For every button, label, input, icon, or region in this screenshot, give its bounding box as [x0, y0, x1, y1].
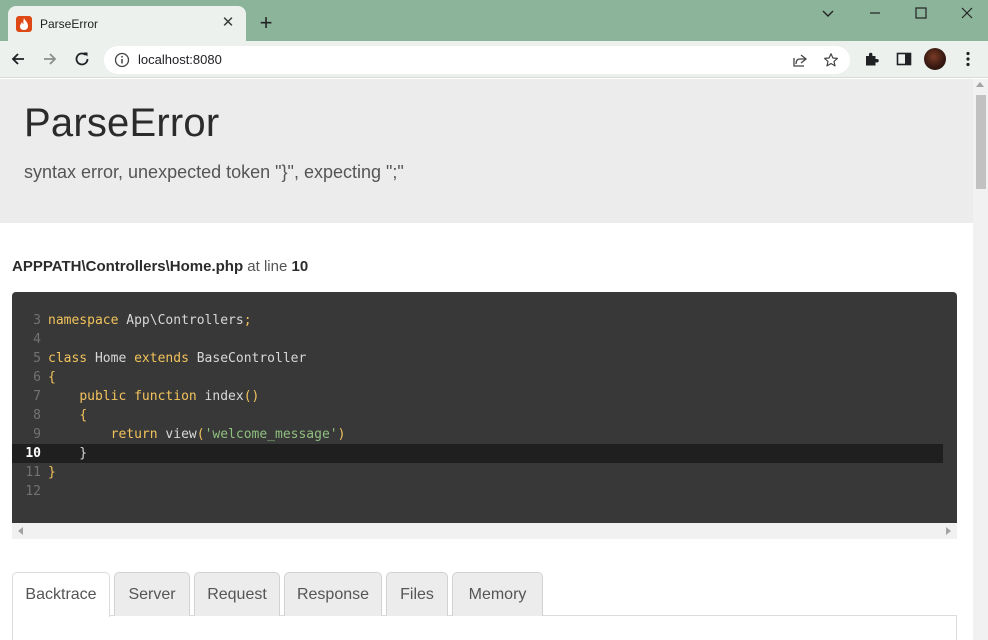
code-text: }	[48, 463, 56, 482]
code-keyword: {	[48, 370, 56, 385]
line-number-gutter: 8	[33, 408, 41, 423]
code-text: namespace App\Controllers;	[48, 311, 252, 330]
tab-panel	[12, 615, 957, 640]
code-text: class Home extends BaseController	[48, 349, 306, 368]
scroll-right-arrow-icon[interactable]	[946, 527, 951, 535]
code-keyword: ()	[243, 389, 260, 404]
browser-tab[interactable]: ParseError ✕	[8, 6, 246, 41]
bookmark-star-icon[interactable]	[823, 52, 839, 68]
line-number-gutter: 5	[33, 351, 41, 366]
line-number-gutter: 9	[33, 427, 41, 442]
line-number-gutter: 3	[33, 313, 41, 328]
code-text: return view('welcome_message')	[48, 425, 346, 444]
code-keyword: )	[337, 427, 346, 442]
code-text: {	[48, 406, 87, 425]
source-code-block: 3 namespace App\Controllers; 4 5 class Home …	[12, 292, 957, 523]
info-icon[interactable]	[114, 52, 130, 68]
line-number-gutter: 6	[33, 370, 41, 385]
code-keyword: ;	[243, 313, 252, 328]
code-line: 3 namespace App\Controllers;	[12, 311, 943, 330]
code-text: {	[48, 368, 56, 387]
close-window-icon[interactable]	[958, 4, 976, 22]
file-path: APPPATH\Controllers\Home.php	[12, 258, 244, 275]
code-token: App\Controllers	[118, 313, 244, 328]
code-string: 'welcome_message'	[204, 427, 338, 442]
browser-titlebar: ParseError ✕ +	[0, 0, 988, 41]
chevron-down-icon[interactable]	[819, 4, 837, 22]
code-line: 7 public function index()	[12, 387, 943, 406]
code-keyword: public	[79, 389, 127, 404]
line-number-gutter: 10	[25, 446, 41, 461]
url-text[interactable]: localhost:8080	[138, 52, 222, 67]
code-text: }	[48, 444, 87, 463]
tab-backtrace[interactable]: Backtrace	[12, 572, 110, 617]
page-viewport: ParseError syntax error, unexpected toke…	[0, 79, 973, 640]
code-keyword: (	[196, 427, 205, 442]
error-header: ParseError syntax error, unexpected toke…	[0, 79, 973, 223]
line-number-gutter: 12	[25, 484, 41, 499]
tab-files[interactable]: Files	[386, 572, 448, 616]
new-tab-button[interactable]: +	[256, 12, 276, 34]
flame-icon	[16, 16, 32, 32]
code-keyword: return	[110, 427, 158, 442]
line-number-gutter: 7	[33, 389, 41, 404]
scroll-left-arrow-icon[interactable]	[18, 527, 23, 535]
code-line: 9 return view('welcome_message')	[12, 425, 943, 444]
code-keyword: function	[134, 389, 197, 404]
address-bar[interactable]: localhost:8080	[104, 46, 850, 74]
minimize-icon[interactable]	[866, 4, 884, 22]
extensions-puzzle-icon[interactable]	[863, 50, 881, 68]
line-number: 10	[291, 258, 309, 275]
code-line: 11}	[12, 463, 943, 482]
tab-server[interactable]: Server	[114, 572, 190, 616]
close-tab-icon[interactable]: ✕	[220, 15, 236, 31]
horizontal-scrollbar[interactable]	[12, 523, 957, 539]
code-line: 8 {	[12, 406, 943, 425]
error-message: syntax error, unexpected token "}", expe…	[24, 162, 404, 182]
back-arrow-icon[interactable]	[8, 49, 28, 69]
forward-arrow-icon[interactable]	[40, 49, 60, 69]
line-number-gutter: 11	[25, 465, 41, 480]
tab-request[interactable]: Request	[194, 572, 280, 616]
code-token: }	[48, 446, 88, 461]
code-text: public function index()	[48, 387, 259, 406]
code-line: 6{	[12, 368, 943, 387]
code-keyword: class	[48, 351, 88, 366]
code-token: index	[196, 389, 244, 404]
tab-title: ParseError	[40, 17, 99, 31]
line-number-gutter: 4	[33, 332, 41, 347]
tab-memory[interactable]: Memory	[452, 572, 543, 616]
scrollbar-thumb[interactable]	[976, 95, 986, 189]
code-keyword: {	[79, 408, 88, 423]
code-keyword: namespace	[48, 313, 119, 328]
code-line: 10 }	[12, 444, 943, 463]
browser-toolbar: localhost:8080	[0, 41, 988, 78]
code-line: 12	[12, 482, 943, 501]
error-location: APPPATH\Controllers\Home.php at line 10	[12, 258, 308, 275]
more-menu-icon[interactable]	[959, 50, 977, 68]
code-token: Home	[87, 351, 135, 366]
side-panel-icon[interactable]	[895, 50, 913, 68]
tab-response[interactable]: Response	[284, 572, 382, 616]
code-token: BaseController	[188, 351, 307, 366]
code-keyword: extends	[134, 351, 189, 366]
code-keyword: }	[48, 465, 56, 480]
profile-avatar[interactable]	[924, 48, 946, 70]
scroll-up-arrow-icon[interactable]	[976, 82, 984, 87]
error-title: ParseError	[24, 101, 220, 145]
vertical-scrollbar[interactable]	[973, 79, 988, 640]
at-line-label: at line	[247, 258, 288, 275]
debug-tabs: Backtrace Server Request Response Files Memor…	[12, 572, 957, 640]
code-line: 4	[12, 330, 943, 349]
reload-icon[interactable]	[72, 49, 92, 69]
maximize-icon[interactable]	[912, 4, 930, 22]
share-icon[interactable]	[792, 52, 808, 68]
code-line: 5 class Home extends BaseController	[12, 349, 943, 368]
code-token: view	[157, 427, 197, 442]
